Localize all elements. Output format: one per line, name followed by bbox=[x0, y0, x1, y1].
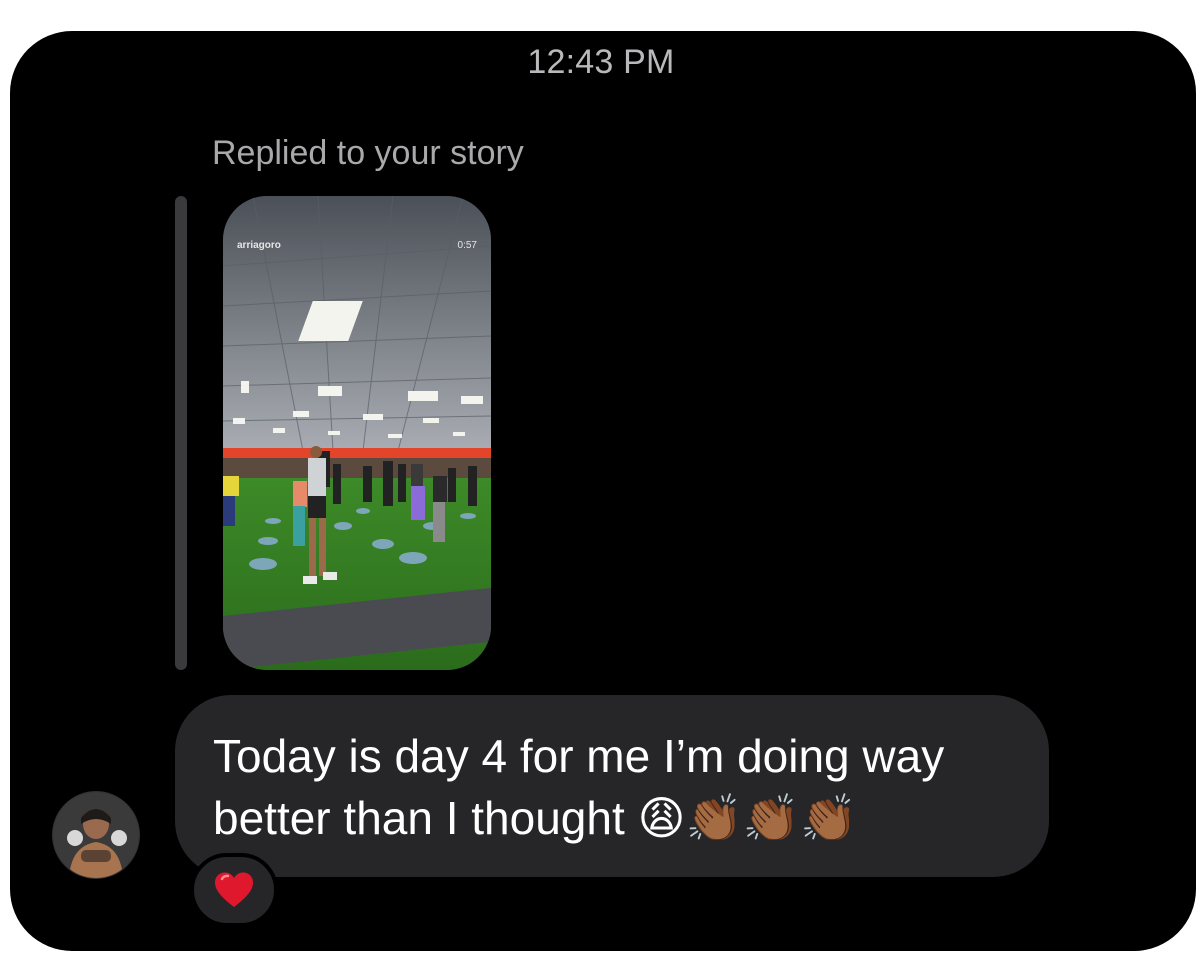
profile-photo bbox=[53, 792, 139, 878]
message-bubble[interactable]: Today is day 4 for me I’m doing way bett… bbox=[175, 695, 1049, 877]
heart-icon bbox=[215, 872, 253, 907]
dm-thread: 12:43 PM Replied to your story arriagoro… bbox=[10, 31, 1196, 951]
avatar[interactable] bbox=[52, 791, 140, 879]
story-preview[interactable]: arriagoro 0:57 bbox=[223, 196, 491, 670]
story-username: arriagoro bbox=[237, 240, 281, 251]
message-timestamp: 12:43 PM bbox=[527, 43, 675, 81]
reply-indicator-bar bbox=[175, 196, 187, 670]
story-thumbnail-image bbox=[223, 196, 491, 670]
reaction-badge[interactable] bbox=[190, 853, 278, 927]
story-reply-label: Replied to your story bbox=[212, 134, 524, 172]
message-text: Today is day 4 for me I’m doing way bett… bbox=[213, 730, 945, 844]
story-duration: 0:57 bbox=[457, 240, 477, 251]
